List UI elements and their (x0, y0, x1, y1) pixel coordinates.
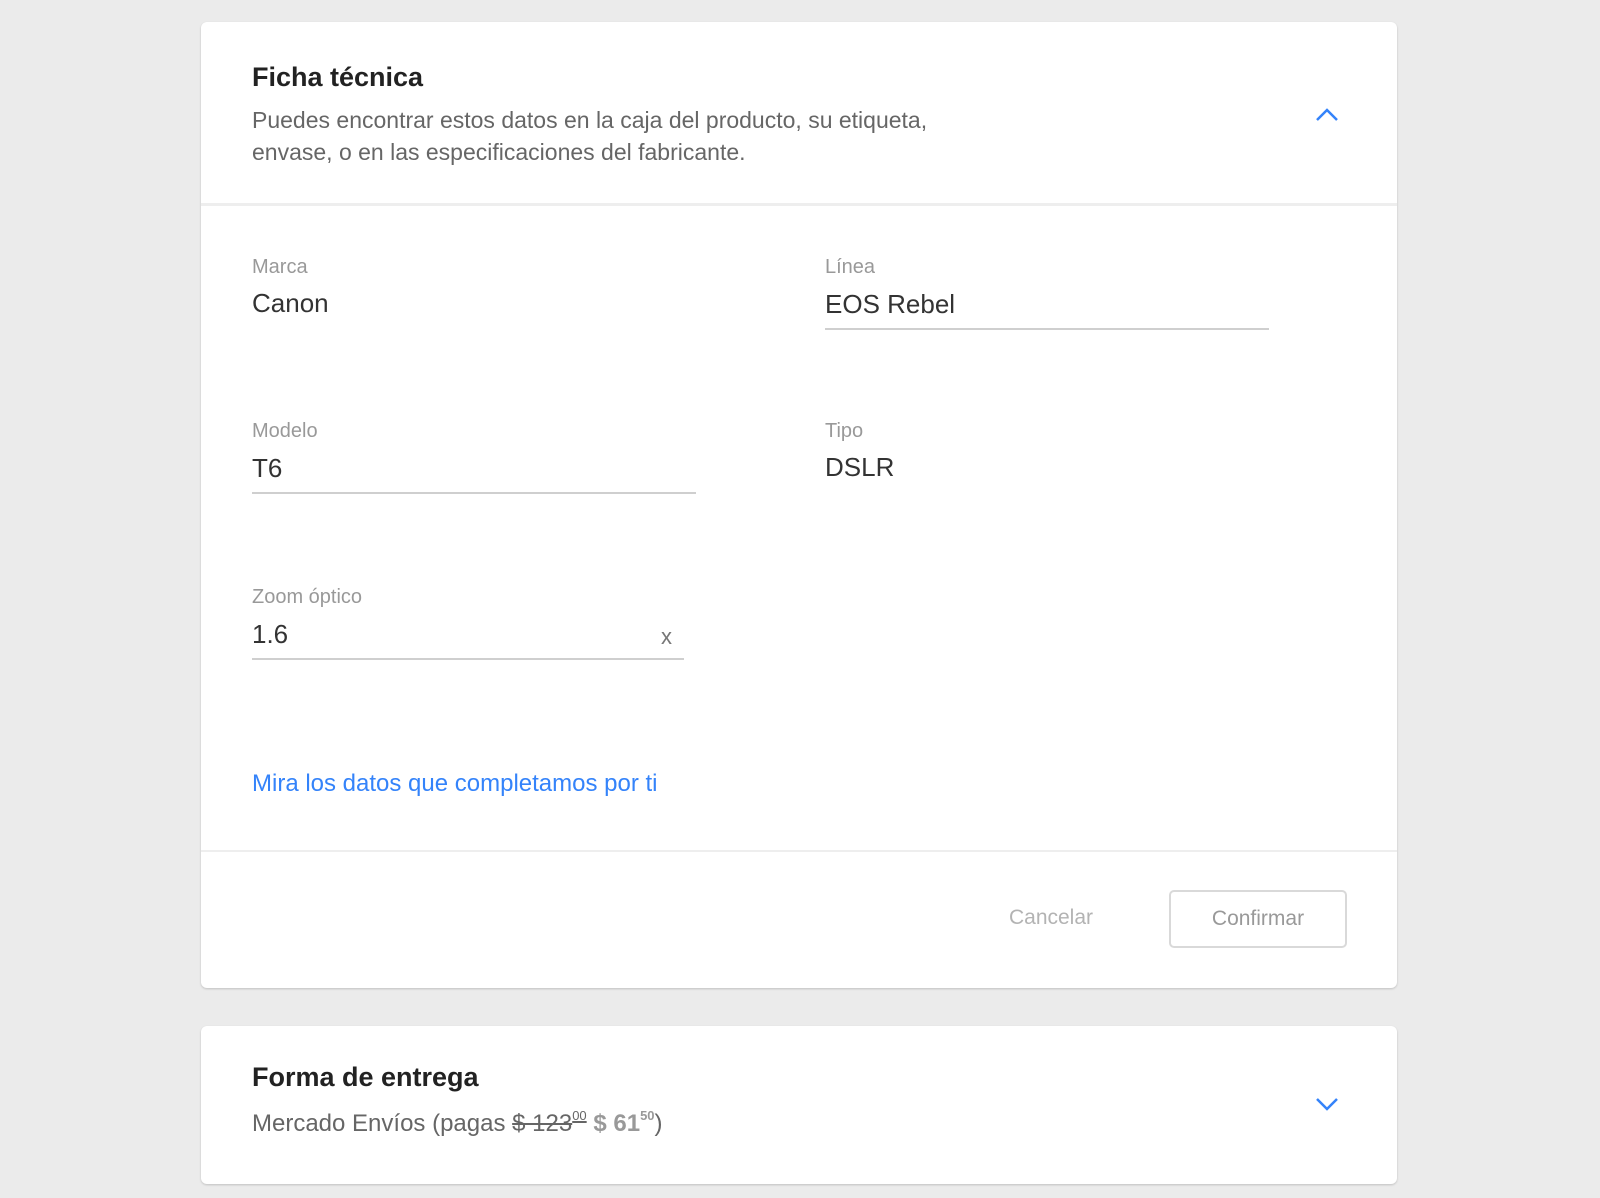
ficha-tecnica-header[interactable]: Ficha técnica Puedes encontrar estos dat… (201, 22, 1397, 205)
zoom-optico-field: Zoom óptico x (252, 586, 684, 660)
linea-input[interactable] (825, 288, 1269, 320)
linea-label: Línea (825, 256, 876, 278)
chevron-down-icon[interactable] (1309, 1086, 1345, 1122)
forma-de-entrega-title: Forma de entrega (252, 1062, 479, 1092)
marca-label: Marca (252, 256, 308, 278)
zoom-optico-input[interactable] (252, 618, 632, 650)
shipping-suffix: ) (654, 1110, 663, 1137)
new-price: $ 6150 (593, 1108, 655, 1137)
modelo-field: Modelo (252, 420, 696, 494)
old-price-main: $ 123 (512, 1110, 573, 1137)
marca-field: Marca Canon (252, 256, 652, 319)
modelo-label: Modelo (252, 420, 318, 442)
autocompleted-data-link[interactable]: Mira los datos que completamos por ti (252, 770, 658, 798)
new-price-cents: 50 (640, 1108, 655, 1123)
marca-value: Canon (252, 288, 329, 318)
forma-de-entrega-card[interactable]: Forma de entrega Mercado Envíos (pagas $… (201, 1026, 1397, 1184)
footer-divider (201, 850, 1397, 852)
shipping-prefix: Mercado Envíos (pagas (252, 1110, 513, 1137)
zoom-optico-label: Zoom óptico (252, 586, 363, 608)
modelo-input[interactable] (252, 452, 696, 484)
old-price: $ 12300 (512, 1108, 587, 1137)
chevron-up-icon[interactable] (1309, 98, 1345, 134)
cancel-button[interactable]: Cancelar (991, 890, 1111, 946)
ficha-tecnica-card: Ficha técnica Puedes encontrar estos dat… (201, 22, 1397, 988)
shipping-summary: Mercado Envíos (pagas $ 12300 $ 6150) (252, 1108, 663, 1138)
old-price-cents: 00 (572, 1108, 587, 1123)
header-divider (201, 203, 1397, 206)
tipo-field: Tipo DSLR (825, 420, 1225, 483)
clear-icon[interactable]: x (661, 624, 672, 650)
linea-field: Línea (825, 256, 1269, 330)
tipo-value: DSLR (825, 452, 895, 482)
ficha-tecnica-title: Ficha técnica (252, 62, 424, 92)
new-price-main: $ 61 (593, 1110, 641, 1137)
tipo-label: Tipo (825, 420, 864, 442)
confirm-button[interactable]: Confirmar (1169, 890, 1347, 948)
ficha-tecnica-subtitle: Puedes encontrar estos datos en la caja … (252, 107, 928, 165)
